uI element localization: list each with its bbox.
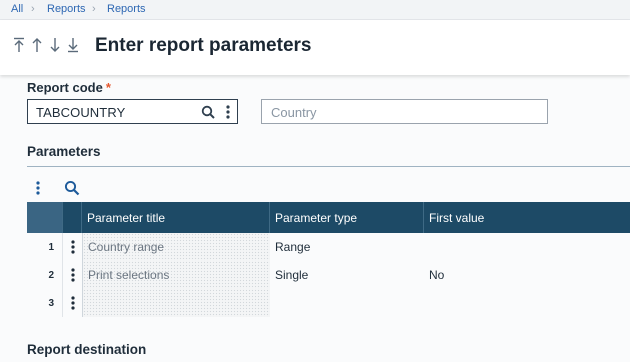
previous-record-icon[interactable]	[30, 37, 44, 53]
row-number: 1	[27, 233, 63, 261]
report-description-placeholder: Country	[271, 105, 317, 120]
row-menu-header	[63, 202, 82, 233]
more-options-icon[interactable]	[224, 104, 232, 120]
parameter-title: Country range	[88, 240, 165, 254]
table-row[interactable]: 2 Print selections Single No	[27, 261, 630, 289]
main-content: Report code * TABCOUNTRY Country Paramete…	[0, 75, 630, 362]
report-code-field[interactable]: TABCOUNTRY	[27, 99, 238, 124]
parameter-title: Print selections	[88, 268, 170, 282]
report-description-field[interactable]: Country	[261, 99, 548, 124]
parameter-title-cell: Country range	[82, 233, 270, 261]
parameter-type[interactable]: Single	[275, 268, 308, 282]
table-actions-icon[interactable]	[31, 180, 45, 196]
report-code-label-text: Report code	[27, 80, 103, 95]
parameter-type[interactable]: Range	[275, 240, 310, 254]
last-record-icon[interactable]	[66, 37, 80, 53]
column-header-parameter-type[interactable]: Parameter type	[270, 202, 424, 233]
breadcrumb-separator-icon: ›	[92, 3, 96, 15]
report-destination-section-title: Report destination	[27, 342, 147, 357]
row-number-header	[27, 202, 63, 233]
breadcrumb-reports[interactable]: Reports	[47, 3, 86, 15]
column-header-first-value[interactable]: First value	[424, 202, 630, 233]
search-icon[interactable]	[201, 105, 215, 119]
first-value[interactable]: No	[429, 268, 444, 282]
column-header-label: Parameter title	[87, 211, 166, 225]
row-menu-icon[interactable]	[69, 295, 77, 311]
parameter-title-cell: Print selections	[82, 261, 270, 289]
required-marker: *	[105, 80, 111, 95]
first-record-icon[interactable]	[12, 37, 26, 53]
row-number: 2	[27, 261, 63, 289]
breadcrumb-separator-icon: ›	[31, 3, 35, 15]
table-row[interactable]: 3	[27, 289, 630, 317]
column-header-label: First value	[429, 211, 485, 225]
column-header-label: Parameter type	[275, 211, 358, 225]
row-number: 3	[27, 289, 63, 317]
report-code-label: Report code *	[27, 80, 111, 95]
table-search-icon[interactable]	[64, 180, 80, 196]
report-code-value: TABCOUNTRY	[36, 105, 126, 120]
page-header: Enter report parameters	[0, 20, 630, 75]
row-menu-icon[interactable]	[69, 267, 77, 283]
page-title: Enter report parameters	[95, 35, 312, 56]
next-record-icon[interactable]	[48, 37, 62, 53]
table-row[interactable]: 1 Country range Range	[27, 233, 630, 261]
breadcrumb: All › Reports › Reports	[0, 0, 630, 20]
table-header: Parameter title Parameter type First val…	[27, 202, 630, 233]
parameter-title-cell	[82, 289, 270, 317]
column-header-parameter-title[interactable]: Parameter title	[82, 202, 270, 233]
breadcrumb-reports-current[interactable]: Reports	[107, 3, 146, 15]
row-menu-icon[interactable]	[69, 239, 77, 255]
parameters-section-title: Parameters	[27, 144, 101, 159]
breadcrumb-all[interactable]: All	[11, 3, 23, 15]
section-divider	[27, 166, 630, 167]
